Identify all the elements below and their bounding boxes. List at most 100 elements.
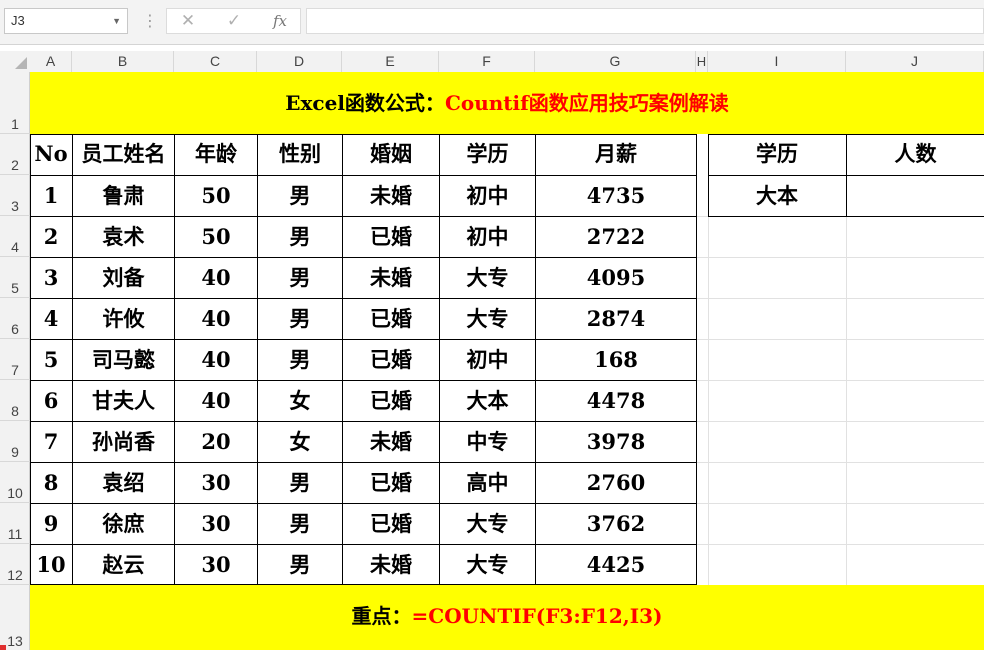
cell-marital[interactable]: 未婚 [343,176,440,217]
cell-name[interactable]: 孙尚香 [73,422,175,463]
cell-age[interactable]: 40 [175,340,258,381]
row-header-1[interactable]: 1 [0,72,30,134]
cell-education[interactable]: 高中 [440,463,536,504]
cell-marital[interactable]: 未婚 [343,258,440,299]
cell-gender[interactable]: 女 [258,381,343,422]
cell-no[interactable]: 6 [30,381,73,422]
cell-age[interactable]: 50 [175,217,258,258]
lookup-criteria-cell[interactable]: 大本 [708,176,847,217]
column-header-e[interactable]: E [342,51,439,72]
select-all-corner[interactable] [0,51,30,72]
column-header-d[interactable]: D [257,51,342,72]
cell-no[interactable]: 5 [30,340,73,381]
row-header-13[interactable]: 13 [0,585,30,650]
cell-name[interactable]: 司马懿 [73,340,175,381]
cell-no[interactable]: 7 [30,422,73,463]
cell-name[interactable]: 袁术 [73,217,175,258]
header-salary[interactable]: 月薪 [536,134,697,176]
cell-education[interactable]: 大专 [440,299,536,340]
cell-age[interactable]: 30 [175,545,258,585]
lookup-header-count[interactable]: 人数 [847,134,984,176]
cell-gender[interactable]: 男 [258,340,343,381]
cell-education[interactable]: 初中 [440,340,536,381]
enter-icon[interactable]: ✓ [219,9,249,33]
cell-no[interactable]: 10 [30,545,73,585]
cell-salary[interactable]: 4735 [536,176,697,217]
cell-name[interactable]: 徐庶 [73,504,175,545]
column-header-i[interactable]: I [708,51,846,72]
cell-gender[interactable]: 男 [258,217,343,258]
column-header-f[interactable]: F [439,51,535,72]
cell-marital[interactable]: 已婚 [343,340,440,381]
cell-salary[interactable]: 4478 [536,381,697,422]
cell-no[interactable]: 3 [30,258,73,299]
header-age[interactable]: 年龄 [175,134,258,176]
row-header-4[interactable]: 4 [0,216,30,257]
cell-age[interactable]: 30 [175,463,258,504]
cell-age[interactable]: 30 [175,504,258,545]
cell-marital[interactable]: 已婚 [343,299,440,340]
cell-name[interactable]: 鲁肃 [73,176,175,217]
row-header-9[interactable]: 9 [0,421,30,462]
cell-education[interactable]: 初中 [440,217,536,258]
row-header-6[interactable]: 6 [0,298,30,339]
cell-education[interactable]: 初中 [440,176,536,217]
cell-gender[interactable]: 男 [258,545,343,585]
cell-no[interactable]: 2 [30,217,73,258]
cell-age[interactable]: 50 [175,176,258,217]
column-header-j[interactable]: J [846,51,984,72]
cell-no[interactable]: 8 [30,463,73,504]
cell-education[interactable]: 大本 [440,381,536,422]
cell-no[interactable]: 1 [30,176,73,217]
column-header-b[interactable]: B [72,51,174,72]
cell-age[interactable]: 40 [175,258,258,299]
row-header-8[interactable]: 8 [0,380,30,421]
cell-gender[interactable]: 男 [258,463,343,504]
cell-no[interactable]: 9 [30,504,73,545]
row-header-7[interactable]: 7 [0,339,30,380]
cell-salary[interactable]: 2722 [536,217,697,258]
header-education[interactable]: 学历 [440,134,536,176]
cell-salary[interactable]: 4425 [536,545,697,585]
insert-function-icon[interactable]: fx [265,9,295,33]
header-marital[interactable]: 婚姻 [343,134,440,176]
cell-marital[interactable]: 已婚 [343,463,440,504]
header-gender[interactable]: 性别 [258,134,343,176]
cell-marital[interactable]: 未婚 [343,545,440,585]
cell-gender[interactable]: 男 [258,504,343,545]
header-name[interactable]: 员工姓名 [73,134,175,176]
cell-salary[interactable]: 168 [536,340,697,381]
cell-marital[interactable]: 已婚 [343,217,440,258]
column-header-g[interactable]: G [535,51,696,72]
row-header-3[interactable]: 3 [0,175,30,216]
cell-education[interactable]: 大专 [440,504,536,545]
cell-marital[interactable]: 未婚 [343,422,440,463]
cell-education[interactable]: 中专 [440,422,536,463]
cell-salary[interactable]: 3978 [536,422,697,463]
row-header-11[interactable]: 11 [0,503,30,544]
cell-marital[interactable]: 已婚 [343,504,440,545]
cell-gender[interactable]: 男 [258,176,343,217]
lookup-result-cell[interactable] [847,176,984,217]
title-banner[interactable]: Excel函数公式：Countif函数应用技巧案例解读 [30,72,984,134]
cell-name[interactable]: 刘备 [73,258,175,299]
name-box[interactable]: J3 ▼ [4,8,128,34]
formula-banner[interactable]: 重点：=COUNTIF(F3:F12,I3) [30,585,984,650]
cell-age[interactable]: 40 [175,381,258,422]
cell-salary[interactable]: 2760 [536,463,697,504]
cell-salary[interactable]: 3762 [536,504,697,545]
cell-gender[interactable]: 男 [258,299,343,340]
cancel-icon[interactable]: ✕ [173,9,203,33]
cell-name[interactable]: 甘夫人 [73,381,175,422]
cell-education[interactable]: 大专 [440,545,536,585]
cell-salary[interactable]: 2874 [536,299,697,340]
cell-education[interactable]: 大专 [440,258,536,299]
row-header-12[interactable]: 12 [0,544,30,585]
row-header-5[interactable]: 5 [0,257,30,298]
cell-age[interactable]: 20 [175,422,258,463]
header-no[interactable]: No [30,134,73,176]
column-header-c[interactable]: C [174,51,257,72]
formula-input[interactable] [306,8,984,34]
cell-no[interactable]: 4 [30,299,73,340]
lookup-header-education[interactable]: 学历 [708,134,847,176]
